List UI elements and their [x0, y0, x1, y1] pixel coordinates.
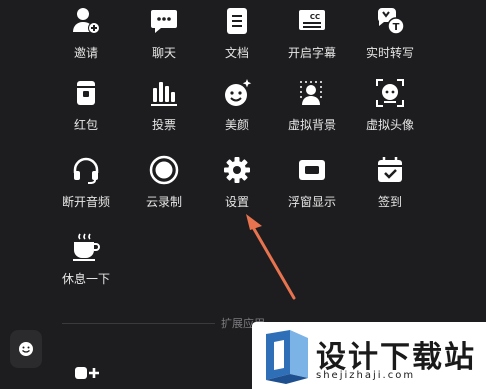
watermark-logo-icon [266, 330, 308, 384]
watermark: 设计下载站 shejizhaji.com [252, 322, 486, 389]
watermark-url: shejizhaji.com [316, 370, 416, 381]
more-actions-panel: 邀请 聊天 文档 CC 开启字幕 T 实时转写 红包 投票 美颜 虚拟背景 虚拟… [0, 0, 486, 389]
